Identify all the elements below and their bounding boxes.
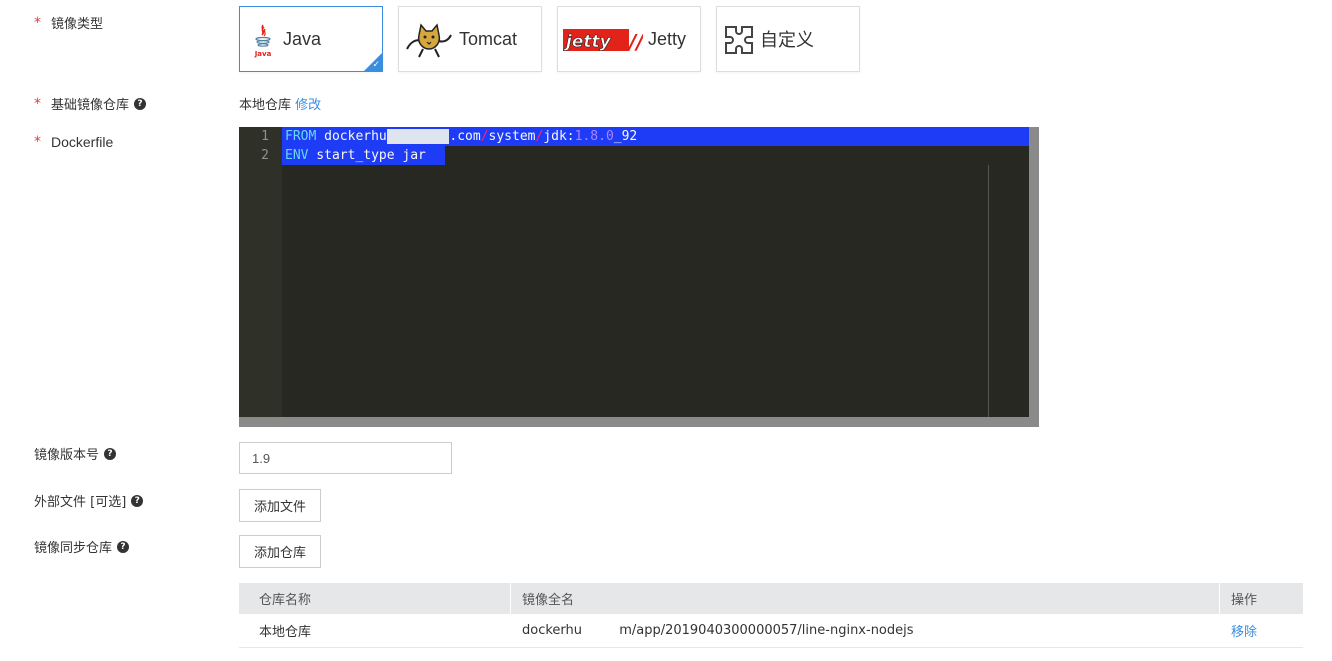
add-repo-button[interactable]: 添加仓库 [239,535,321,568]
base-repo-label: * 基础镜像仓库 ? [34,94,147,113]
required-asterisk: * [34,134,41,150]
check-icon: ✓ [372,60,380,70]
tomcat-icon [405,21,453,59]
base-repo-value: 本地仓库 [239,98,292,113]
editor-line[interactable]: 1 FROM dockerhu .com/system/jdk:1.8.0_92 [239,127,1029,146]
help-icon[interactable]: ? [131,494,144,507]
sync-repo-label: 镜像同步仓库 ? [34,537,130,556]
base-repo-value-row: 本地仓库 修改 [239,94,321,113]
add-file-button[interactable]: 添加文件 [239,489,321,522]
image-type-custom[interactable]: 自定义 [716,6,860,72]
external-files-label: 外部文件 [可选] ? [34,491,144,510]
editor-line[interactable]: 2 ENV start_type jar [239,146,1029,165]
image-type-jetty-label: Jetty [648,28,687,49]
table-header: 仓库名称 镜像全名 操作 [239,583,1303,614]
svg-text:jetty: jetty [563,32,612,52]
required-asterisk: * [34,14,41,31]
code-line-1: FROM dockerhu .com/system/jdk:1.8.0_92 [285,129,638,144]
image-type-label: * 镜像类型 [34,14,104,33]
image-type-java-label: Java [283,28,322,49]
column-header-full-name: 镜像全名 [511,583,1220,614]
dockerfile-editor[interactable]: 1 FROM dockerhu .com/system/jdk:1.8.0_92… [239,127,1039,427]
column-header-repo-name: 仓库名称 [239,583,511,614]
java-icon: Java [252,23,274,59]
image-type-tomcat-label: Tomcat [459,28,518,49]
edit-base-repo-link[interactable]: 修改 [295,98,321,113]
svg-text:Java: Java [254,50,272,58]
image-type-java[interactable]: Java Java ✓ [239,6,383,72]
help-icon[interactable]: ? [104,447,117,460]
required-asterisk: * [34,95,41,112]
repo-name-cell: 本地仓库 [259,625,312,640]
help-icon[interactable]: ? [117,540,130,553]
dockerfile-label: * Dockerfile [34,134,114,150]
code-line-2: ENV start_type jar [285,148,426,163]
column-header-action: 操作 [1231,593,1258,608]
jetty-logo: jetty :// [563,25,645,57]
version-label: 镜像版本号 ? [34,444,117,463]
version-input[interactable]: 1.9 [239,442,452,474]
puzzle-icon [723,24,755,56]
editor-content[interactable]: 1 FROM dockerhu .com/system/jdk:1.8.0_92… [239,127,1029,417]
image-type-jetty[interactable]: jetty :// Jetty [557,6,701,72]
help-icon[interactable]: ? [134,97,147,110]
table-row: 本地仓库 dockerhu m/app/2019040300000057/lin… [239,614,1303,648]
image-type-tomcat[interactable]: Tomcat [398,6,542,72]
svg-text:://: :// [621,30,643,54]
editor-gutter [239,127,282,417]
remove-link[interactable]: 移除 [1220,614,1303,647]
line-number: 1 [261,129,269,144]
print-margin [988,165,989,417]
full-name-cell: dockerhu m/app/2019040300000057/line-ngi… [522,623,914,638]
line-number: 2 [261,148,269,163]
sync-repo-table: 仓库名称 镜像全名 操作 本地仓库 dockerhu m/app/2019040… [239,583,1303,648]
image-type-custom-label: 自定义 [760,30,814,50]
